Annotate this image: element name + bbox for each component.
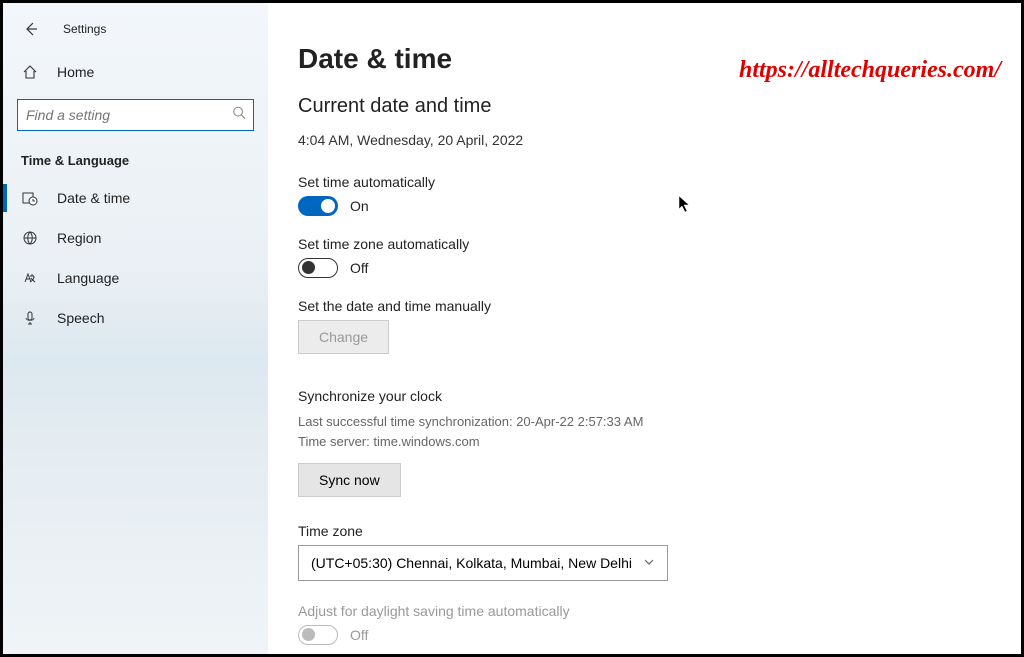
arrow-left-icon [23, 21, 39, 37]
watermark-url: https://alltechqueries.com/ [739, 57, 1001, 84]
home-nav[interactable]: Home [3, 55, 268, 89]
sync-title: Synchronize your clock [298, 388, 991, 404]
sidebar-header: Settings [3, 11, 268, 55]
sidebar-item-label: Speech [57, 310, 104, 326]
sidebar-item-region[interactable]: Region [3, 218, 268, 258]
home-label: Home [57, 64, 94, 80]
sync-last-line: Last successful time synchronization: 20… [298, 412, 991, 432]
set-time-auto-state: On [350, 198, 369, 214]
calendar-clock-icon [21, 189, 39, 207]
search-container [17, 99, 254, 131]
timezone-label: Time zone [298, 523, 991, 539]
back-button[interactable] [19, 17, 43, 41]
app-title: Settings [63, 22, 106, 36]
section-subtitle: Current date and time [298, 95, 991, 118]
sync-server-line: Time server: time.windows.com [298, 432, 991, 452]
timezone-value: (UTC+05:30) Chennai, Kolkata, Mumbai, Ne… [311, 555, 632, 571]
home-icon [21, 63, 39, 81]
sidebar-item-language[interactable]: Language [3, 258, 268, 298]
sidebar-item-label: Region [57, 230, 101, 246]
set-time-auto-toggle[interactable] [298, 196, 338, 216]
set-tz-auto-label: Set time zone automatically [298, 236, 991, 252]
sidebar-item-label: Date & time [57, 190, 130, 206]
dst-label: Adjust for daylight saving time automati… [298, 603, 991, 619]
sidebar-item-date-time[interactable]: Date & time [3, 178, 268, 218]
change-button: Change [298, 320, 389, 354]
globe-icon [21, 229, 39, 247]
set-tz-auto-toggle[interactable] [298, 258, 338, 278]
current-datetime: 4:04 AM, Wednesday, 20 April, 2022 [298, 132, 991, 148]
main-content: https://alltechqueries.com/ Date & time … [268, 3, 1021, 654]
chevron-down-icon [643, 555, 655, 571]
dst-state: Off [350, 627, 368, 643]
category-heading: Time & Language [3, 149, 268, 178]
sidebar-item-speech[interactable]: Speech [3, 298, 268, 338]
sidebar: Settings Home Time & Language Date & tim… [3, 3, 268, 654]
search-icon [232, 106, 246, 125]
set-tz-auto-state: Off [350, 260, 368, 276]
language-icon [21, 269, 39, 287]
dst-toggle [298, 625, 338, 645]
timezone-dropdown[interactable]: (UTC+05:30) Chennai, Kolkata, Mumbai, Ne… [298, 545, 668, 581]
microphone-icon [21, 309, 39, 327]
sync-now-button[interactable]: Sync now [298, 463, 401, 497]
manual-time-label: Set the date and time manually [298, 298, 991, 314]
search-input[interactable] [17, 99, 254, 131]
sidebar-item-label: Language [57, 270, 119, 286]
set-time-auto-label: Set time automatically [298, 174, 991, 190]
